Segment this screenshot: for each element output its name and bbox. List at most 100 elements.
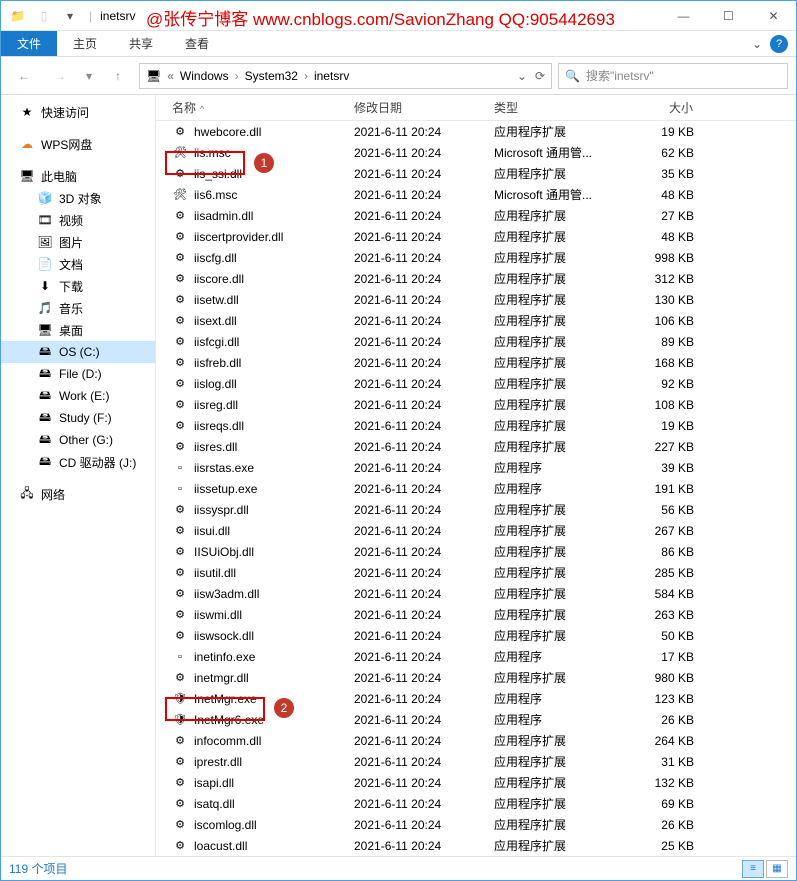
sidebar-item[interactable]: 🎵音乐	[1, 297, 155, 319]
file-row[interactable]: ⚙iiswsock.dll 2021-6-11 20:24 应用程序扩展 50 …	[156, 625, 796, 646]
sidebar-item[interactable]: 📄文档	[1, 253, 155, 275]
breadcrumb[interactable]: System32	[245, 69, 298, 83]
label: Study (F:)	[59, 411, 112, 425]
qat-item[interactable]: ▯	[33, 5, 55, 27]
nav-up-button[interactable]: ↑	[103, 62, 133, 90]
ribbon-expand-icon[interactable]: ⌄	[752, 37, 762, 51]
address-dropdown-icon[interactable]: ⌄	[517, 69, 527, 83]
file-size: 25 KB	[626, 839, 726, 853]
file-date: 2021-6-11 20:24	[346, 608, 486, 622]
sidebar-item[interactable]: 🖥桌面	[1, 319, 155, 341]
file-row[interactable]: ⚙iiscertprovider.dll 2021-6-11 20:24 应用程…	[156, 226, 796, 247]
maximize-button[interactable]: ☐	[706, 1, 751, 31]
breadcrumb[interactable]: inetsrv	[314, 69, 349, 83]
sidebar-drive[interactable]: 🖴Study (F:)	[1, 407, 155, 429]
chevron-right-icon[interactable]: ›	[304, 69, 308, 83]
file-row[interactable]: ⚙isatq.dll 2021-6-11 20:24 应用程序扩展 69 KB	[156, 793, 796, 814]
file-row[interactable]: ⚙iiswmi.dll 2021-6-11 20:24 应用程序扩展 263 K…	[156, 604, 796, 625]
network-icon: 🖧	[19, 486, 35, 502]
refresh-icon[interactable]: ⟳	[535, 69, 545, 83]
qat-dropdown[interactable]: ▾	[59, 5, 81, 27]
sidebar-item[interactable]: 🖼图片	[1, 231, 155, 253]
column-date[interactable]: 修改日期	[346, 99, 486, 116]
file-row[interactable]: ⚙iisfreb.dll 2021-6-11 20:24 应用程序扩展 168 …	[156, 352, 796, 373]
breadcrumb[interactable]: Windows	[180, 69, 229, 83]
file-row[interactable]: ⚙iisw3adm.dll 2021-6-11 20:24 应用程序扩展 584…	[156, 583, 796, 604]
sidebar-wps[interactable]: ☁WPS网盘	[1, 133, 155, 155]
file-row[interactable]: ▫iisrstas.exe 2021-6-11 20:24 应用程序 39 KB	[156, 457, 796, 478]
view-icons-button[interactable]: ▦	[766, 860, 788, 878]
nav-back-button[interactable]: ←	[9, 62, 39, 90]
file-name: loacust.dll	[194, 839, 247, 853]
address-bar[interactable]: 🖥 « Windows › System32 › inetsrv ⌄ ⟳	[139, 63, 552, 89]
file-row[interactable]: ⚙iscomlog.dll 2021-6-11 20:24 应用程序扩展 26 …	[156, 814, 796, 835]
file-date: 2021-6-11 20:24	[346, 650, 486, 664]
file-row[interactable]: ⚙iisutil.dll 2021-6-11 20:24 应用程序扩展 285 …	[156, 562, 796, 583]
file-row[interactable]: ▫inetinfo.exe 2021-6-11 20:24 应用程序 17 KB	[156, 646, 796, 667]
file-row[interactable]: ⚙loacust.dll 2021-6-11 20:24 应用程序扩展 25 K…	[156, 835, 796, 856]
folder-icon[interactable]: 📁	[7, 5, 29, 27]
search-input[interactable]: 🔍 搜索"inetsrv"	[558, 63, 788, 89]
breadcrumb-root[interactable]: «	[167, 69, 174, 83]
file-row[interactable]: ⚙iisadmin.dll 2021-6-11 20:24 应用程序扩展 27 …	[156, 205, 796, 226]
sidebar-drive[interactable]: 🖴Other (G:)	[1, 429, 155, 451]
file-row[interactable]: ⚙iisres.dll 2021-6-11 20:24 应用程序扩展 227 K…	[156, 436, 796, 457]
column-name[interactable]: 名称^	[156, 99, 346, 116]
file-row[interactable]: ⚙infocomm.dll 2021-6-11 20:24 应用程序扩展 264…	[156, 730, 796, 751]
column-headers: 名称^ 修改日期 类型 大小	[156, 95, 796, 121]
file-row[interactable]: ⚙iisreqs.dll 2021-6-11 20:24 应用程序扩展 19 K…	[156, 415, 796, 436]
sidebar-item[interactable]: ⬇下载	[1, 275, 155, 297]
file-row[interactable]: ⚙iissyspr.dll 2021-6-11 20:24 应用程序扩展 56 …	[156, 499, 796, 520]
tab-share[interactable]: 共享	[113, 31, 169, 56]
file-row[interactable]: ⚙iisreg.dll 2021-6-11 20:24 应用程序扩展 108 K…	[156, 394, 796, 415]
file-row[interactable]: ⚙iiscore.dll 2021-6-11 20:24 应用程序扩展 312 …	[156, 268, 796, 289]
watermark-text: @张传宁博客 www.cnblogs.com/SavionZhang QQ:90…	[146, 5, 615, 30]
nav-recent-button[interactable]: ▾	[81, 62, 97, 90]
file-size: 108 KB	[626, 398, 726, 412]
sidebar-item[interactable]: 🧊3D 对象	[1, 187, 155, 209]
file-type: 应用程序扩展	[486, 732, 626, 749]
view-details-button[interactable]: ≡	[742, 860, 764, 878]
nav-forward-button[interactable]: →	[45, 62, 75, 90]
column-size[interactable]: 大小	[626, 99, 726, 116]
file-row[interactable]: ⚙iprestr.dll 2021-6-11 20:24 应用程序扩展 31 K…	[156, 751, 796, 772]
sidebar-drive[interactable]: 🖴File (D:)	[1, 363, 155, 385]
file-date: 2021-6-11 20:24	[346, 440, 486, 454]
file-row[interactable]: ⚙IISUiObj.dll 2021-6-11 20:24 应用程序扩展 86 …	[156, 541, 796, 562]
file-row[interactable]: ⚙iisui.dll 2021-6-11 20:24 应用程序扩展 267 KB	[156, 520, 796, 541]
file-row[interactable]: 🛡InetMgr6.exe 2021-6-11 20:24 应用程序 26 KB	[156, 709, 796, 730]
file-row[interactable]: ⚙inetmgr.dll 2021-6-11 20:24 应用程序扩展 980 …	[156, 667, 796, 688]
tab-file[interactable]: 文件	[1, 31, 57, 56]
close-button[interactable]: ✕	[751, 1, 796, 31]
file-row[interactable]: ⚙iisfcgi.dll 2021-6-11 20:24 应用程序扩展 89 K…	[156, 331, 796, 352]
file-type: 应用程序	[486, 648, 626, 665]
file-row[interactable]: ▫iissetup.exe 2021-6-11 20:24 应用程序 191 K…	[156, 478, 796, 499]
help-icon[interactable]: ?	[770, 35, 788, 53]
sidebar-drive[interactable]: 🖴OS (C:)	[1, 341, 155, 363]
file-icon: ⚙	[172, 733, 188, 749]
file-row[interactable]: ⚙iislog.dll 2021-6-11 20:24 应用程序扩展 92 KB	[156, 373, 796, 394]
sidebar-drive[interactable]: 🖴CD 驱动器 (J:)	[1, 451, 155, 473]
file-type: 应用程序扩展	[486, 291, 626, 308]
file-row[interactable]: ⚙iisext.dll 2021-6-11 20:24 应用程序扩展 106 K…	[156, 310, 796, 331]
file-row[interactable]: ⚙iisetw.dll 2021-6-11 20:24 应用程序扩展 130 K…	[156, 289, 796, 310]
chevron-right-icon[interactable]: ›	[235, 69, 239, 83]
file-row[interactable]: ⚙isapi.dll 2021-6-11 20:24 应用程序扩展 132 KB	[156, 772, 796, 793]
minimize-button[interactable]: —	[661, 1, 706, 31]
file-icon: ⚙	[172, 775, 188, 791]
sidebar-drive[interactable]: 🖴Work (E:)	[1, 385, 155, 407]
file-row[interactable]: ⚙hwebcore.dll 2021-6-11 20:24 应用程序扩展 19 …	[156, 121, 796, 142]
column-type[interactable]: 类型	[486, 99, 626, 116]
sidebar-this-pc[interactable]: 🖥此电脑	[1, 165, 155, 187]
file-row[interactable]: 🛠iis.msc 2021-6-11 20:24 Microsoft 通用管..…	[156, 142, 796, 163]
sidebar-item[interactable]: 🎞视频	[1, 209, 155, 231]
file-row[interactable]: ⚙iis_ssi.dll 2021-6-11 20:24 应用程序扩展 35 K…	[156, 163, 796, 184]
tab-view[interactable]: 查看	[169, 31, 225, 56]
file-row[interactable]: 🛡InetMgr.exe 2021-6-11 20:24 应用程序 123 KB	[156, 688, 796, 709]
sidebar-quick-access[interactable]: ★快速访问	[1, 101, 155, 123]
file-name: iissetup.exe	[194, 482, 257, 496]
tab-home[interactable]: 主页	[57, 31, 113, 56]
file-row[interactable]: ⚙iiscfg.dll 2021-6-11 20:24 应用程序扩展 998 K…	[156, 247, 796, 268]
sidebar-network[interactable]: 🖧网络	[1, 483, 155, 505]
file-row[interactable]: 🛠iis6.msc 2021-6-11 20:24 Microsoft 通用管.…	[156, 184, 796, 205]
